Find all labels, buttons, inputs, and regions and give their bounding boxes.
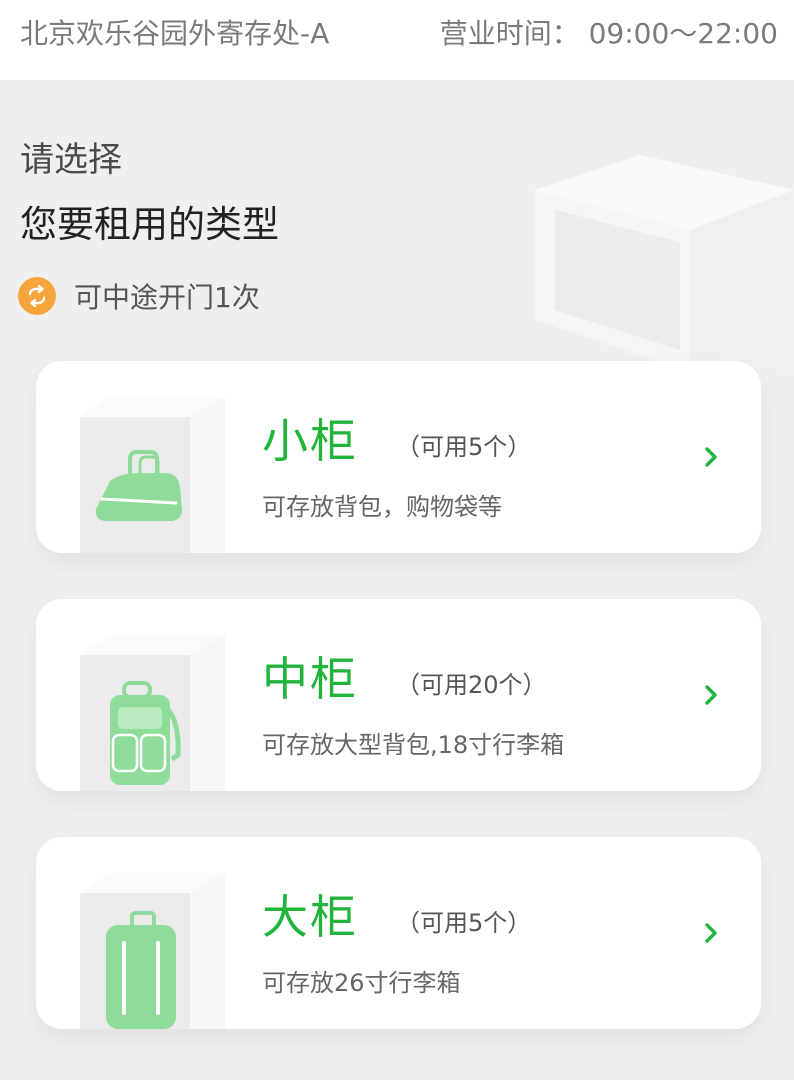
locker-availability: （可用5个）: [396, 433, 532, 461]
reopen-text: 可中途开门1次: [74, 281, 260, 314]
locker-name: 中柜: [262, 652, 358, 706]
chevron-right-icon[interactable]: [699, 445, 723, 469]
prompt-title: 请选择: [20, 140, 122, 180]
business-hours: 营业时间： 09:00～22:00: [439, 17, 778, 50]
locker-description: 可存放大型背包,18寸行李箱: [262, 731, 565, 759]
locker-description: 可存放背包，购物袋等: [262, 493, 502, 521]
locker-name: 小柜: [262, 414, 358, 468]
repeat-icon: [18, 277, 56, 315]
header-bar: 北京欢乐谷园外寄存处-A 营业时间： 09:00～22:00: [0, 0, 794, 80]
location-name: 北京欢乐谷园外寄存处-A: [20, 17, 330, 50]
locker-card-medium[interactable]: 中柜 （可用20个） 可存放大型背包,18寸行李箱: [36, 599, 761, 791]
locker-name: 大柜: [262, 890, 358, 944]
backpack-icon: [80, 635, 225, 791]
prompt-subtitle: 您要租用的类型: [20, 203, 279, 246]
suitcase-icon: [80, 873, 225, 1029]
locker-availability: （可用20个）: [396, 671, 547, 699]
locker-availability: （可用5个）: [396, 909, 532, 937]
chevron-right-icon[interactable]: [699, 683, 723, 707]
locker-card-small[interactable]: 小柜 （可用5个） 可存放背包，购物袋等: [36, 361, 761, 553]
shopping-bag-icon: [80, 397, 225, 553]
locker-card-large[interactable]: 大柜 （可用5个） 可存放26寸行李箱: [36, 837, 761, 1029]
reopen-notice: 可中途开门1次: [18, 276, 260, 316]
decorative-cube: [535, 155, 794, 370]
locker-description: 可存放26寸行李箱: [262, 969, 461, 997]
chevron-right-icon[interactable]: [699, 921, 723, 945]
